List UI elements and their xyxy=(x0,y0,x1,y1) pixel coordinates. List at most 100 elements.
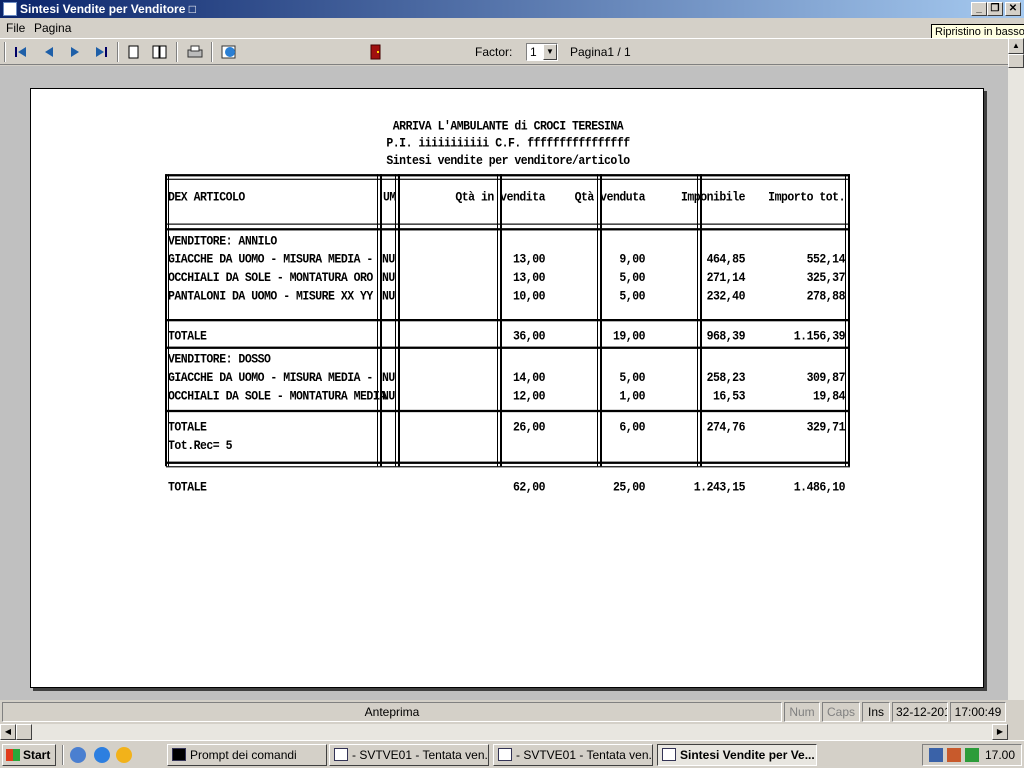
report-page: ARRIVA L'AMBULANTE di CROCI TERESINA P.I… xyxy=(30,88,984,688)
horizontal-scrollbar[interactable]: ◀ ▶ xyxy=(0,724,1008,740)
grand-total-label: TOTALE xyxy=(168,480,207,495)
row-total-amount: 325,37 xyxy=(806,270,846,286)
row-total-amount: 19,84 xyxy=(812,389,846,405)
rule xyxy=(166,174,850,177)
scroll-right-icon[interactable]: ▶ xyxy=(992,724,1008,740)
menu-bar: File Pagina xyxy=(0,18,1024,38)
rule xyxy=(166,178,850,180)
group-total-label: TOTALE xyxy=(168,329,207,345)
update-icon[interactable] xyxy=(965,748,979,762)
grand-total-amount: 1.486,10 xyxy=(793,480,846,495)
row-article: PANTALONI DA UOMO - MISURE XX YY xyxy=(168,289,373,305)
exit-door-icon[interactable] xyxy=(364,42,386,62)
record-count: Tot.Rec= 5 xyxy=(168,438,233,454)
rule xyxy=(166,228,850,231)
rule xyxy=(166,466,850,468)
taskbar: Start Prompt dei comandi - SVTVE01 - Ten… xyxy=(0,740,1024,768)
rule xyxy=(166,346,850,349)
row-um: NU xyxy=(382,252,395,268)
row-um: NU xyxy=(382,389,395,405)
window-title: Sintesi Vendite per Venditore □ xyxy=(20,2,196,16)
report-content: ARRIVA L'AMBULANTE di CROCI TERESINA P.I… xyxy=(31,89,985,664)
col-header-um: UM xyxy=(383,190,396,206)
single-page-icon[interactable] xyxy=(123,42,145,62)
print-icon[interactable] xyxy=(184,42,206,62)
task-label: Prompt dei comandi xyxy=(190,748,297,762)
status-num: Num xyxy=(784,702,820,722)
factor-select[interactable]: 1 ▼ xyxy=(526,43,558,61)
toolbar-separator xyxy=(117,42,119,62)
col-header-total-amount: Importo tot. xyxy=(768,190,845,206)
row-um: NU xyxy=(382,289,395,305)
task-sintesi-vendite[interactable]: Sintesi Vendite per Ve... xyxy=(657,744,817,766)
row-article: OCCHIALI DA SOLE - MONTATURA MEDIA xyxy=(168,389,386,405)
factor-label: Factor: xyxy=(475,45,513,59)
vertical-scrollbar[interactable]: ▲ ▼ xyxy=(1008,38,1024,724)
preview-area[interactable]: ARRIVA L'AMBULANTE di CROCI TERESINA P.I… xyxy=(0,66,1008,700)
title-bar: Sintesi Vendite per Venditore □ _ ❐ ✕ xyxy=(0,0,1024,18)
last-page-icon[interactable] xyxy=(90,42,112,62)
seller-heading: VENDITORE: DOSSO xyxy=(168,352,271,368)
task-command-prompt[interactable]: Prompt dei comandi xyxy=(167,744,327,766)
row-article: OCCHIALI DA SOLE - MONTATURA ORO xyxy=(168,270,373,286)
first-page-icon[interactable] xyxy=(10,42,32,62)
seller-heading: VENDITORE: ANNILO xyxy=(168,233,277,249)
report-tax-ids: P.I. iiiiiiiiiii C.F. ffffffffffffffff xyxy=(386,136,630,152)
app-icon xyxy=(3,2,17,16)
task-svtve01-1[interactable]: - SVTVE01 - Tentata ven... xyxy=(329,744,489,766)
system-tray: 17.00 xyxy=(922,744,1022,766)
security-icon[interactable] xyxy=(947,748,961,762)
windows-logo-icon xyxy=(6,749,20,761)
start-button[interactable]: Start xyxy=(2,744,56,766)
row-um: NU xyxy=(382,270,395,286)
report-subtitle: Sintesi vendite per venditore/articolo xyxy=(386,153,630,169)
status-ins: Ins xyxy=(862,702,890,722)
media-player-icon[interactable] xyxy=(116,747,132,763)
minimize-button[interactable]: _ xyxy=(971,2,987,16)
menu-file[interactable]: File xyxy=(6,21,25,35)
rule xyxy=(166,409,850,413)
scroll-thumb[interactable] xyxy=(1008,54,1024,68)
row-um: NU xyxy=(382,370,395,386)
task-label: Sintesi Vendite per Ve... xyxy=(680,748,815,762)
taskbar-separator xyxy=(62,745,64,765)
task-svtve01-2[interactable]: - SVTVE01 - Tentata ven... xyxy=(493,744,653,766)
restore-button[interactable]: ❐ xyxy=(987,2,1003,16)
two-pages-icon[interactable] xyxy=(149,42,171,62)
scroll-up-icon[interactable]: ▲ xyxy=(1008,38,1024,54)
status-bar: Anteprima Num Caps Ins 32-12-2015 17:00:… xyxy=(0,700,1024,724)
desktop-icon[interactable] xyxy=(70,747,86,763)
hscroll-thumb[interactable] xyxy=(16,724,32,740)
cmd-icon xyxy=(172,748,186,761)
menu-pagina[interactable]: Pagina xyxy=(34,21,71,35)
network-icon[interactable] xyxy=(929,748,943,762)
scroll-left-icon[interactable]: ◀ xyxy=(0,724,16,740)
clock: 17.00 xyxy=(984,748,1015,762)
export-icon[interactable] xyxy=(218,42,240,62)
window-icon xyxy=(334,748,348,761)
next-page-icon[interactable] xyxy=(64,42,86,62)
row-article: GIACCHE DA UOMO - MISURA MEDIA - xyxy=(168,252,373,268)
status-date: 32-12-2015 xyxy=(892,702,948,722)
window-title-text: Sintesi Vendite per Venditore xyxy=(20,2,186,16)
browser-icon[interactable] xyxy=(94,747,110,763)
prev-page-icon[interactable] xyxy=(38,42,60,62)
close-button[interactable]: ✕ xyxy=(1005,2,1021,16)
task-label: - SVTVE01 - Tentata ven... xyxy=(516,748,653,762)
factor-value: 1 xyxy=(530,45,537,59)
start-label: Start xyxy=(23,748,51,762)
window-icon xyxy=(662,748,676,761)
chevron-down-icon[interactable]: ▼ xyxy=(543,44,557,60)
rule xyxy=(166,461,850,464)
toolbar: Factor: 1 ▼ Pagina1 / 1 xyxy=(0,38,1008,65)
page-indicator: Pagina1 / 1 xyxy=(570,45,631,59)
title-glyph: □ xyxy=(188,2,196,16)
toolbar-separator xyxy=(176,42,178,62)
report-company: ARRIVA L'AMBULANTE di CROCI TERESINA xyxy=(392,118,624,134)
rule xyxy=(166,319,850,322)
col-header-article: DEX ARTICOLO xyxy=(168,190,245,206)
row-total-amount: 309,87 xyxy=(806,370,846,386)
status-time: 17:00:49 xyxy=(950,702,1006,722)
toolbar-separator xyxy=(211,42,213,62)
status-mode: Anteprima xyxy=(2,702,782,722)
